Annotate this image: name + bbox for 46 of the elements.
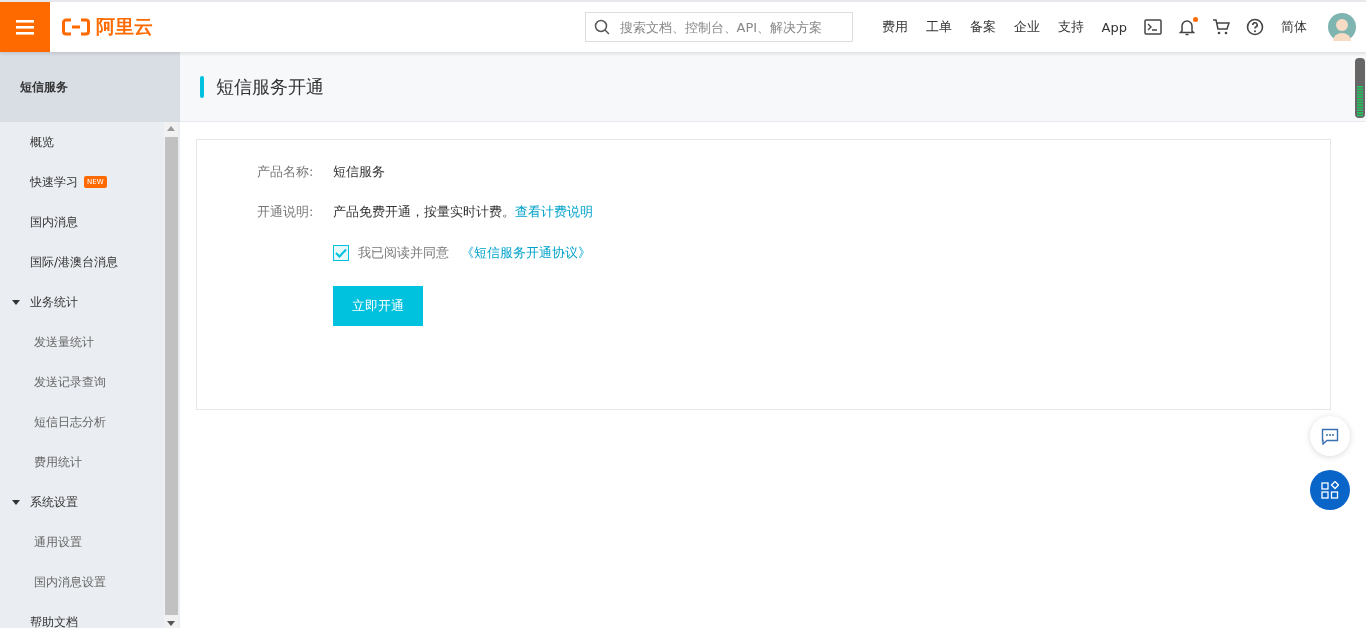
top-nav-link[interactable]: 工单 xyxy=(925,18,952,36)
menu-icon xyxy=(16,19,34,35)
scroll-down-icon xyxy=(167,621,175,626)
bell-icon[interactable] xyxy=(1178,18,1196,36)
language-link[interactable]: 简体 xyxy=(1281,18,1307,36)
sidebar-item[interactable]: 业务统计 xyxy=(0,282,164,322)
top-nav-link[interactable]: 备案 xyxy=(969,18,996,36)
chat-button[interactable] xyxy=(1310,416,1350,456)
apps-icon xyxy=(1321,481,1339,499)
sidebar-item[interactable]: 系统设置 xyxy=(0,482,164,522)
apps-button[interactable] xyxy=(1310,470,1350,510)
help-icon[interactable] xyxy=(1246,18,1264,36)
field-value: 短信服务 xyxy=(333,163,385,181)
top-nav-link[interactable]: 支持 xyxy=(1057,18,1084,36)
cart-icon[interactable] xyxy=(1212,19,1230,35)
level-meter-drawing xyxy=(1355,58,1365,118)
checkbox[interactable] xyxy=(333,245,349,261)
sidebar-subitem[interactable]: 短信日志分析 xyxy=(0,402,164,442)
page-title: 短信服务开通 xyxy=(216,74,324,99)
field-label: 开通说明: xyxy=(257,203,315,221)
sidebar-item[interactable]: 帮助文档 xyxy=(0,602,164,628)
sidebar-item[interactable]: 国内消息 xyxy=(0,202,164,242)
chat-icon xyxy=(1321,427,1339,445)
accent-bar xyxy=(200,75,204,98)
sidebar-subitem[interactable]: 国内消息设置 xyxy=(0,562,164,602)
sidebar-subitem[interactable]: 费用统计 xyxy=(0,442,164,482)
top-nav-link[interactable]: 费用 xyxy=(881,18,908,36)
checkmark-icon xyxy=(335,248,347,258)
terminal-icon[interactable] xyxy=(1144,19,1162,35)
search-icon xyxy=(593,19,610,35)
sidebar-subitem[interactable]: 通用设置 xyxy=(0,522,164,562)
logo-text: 阿里云 xyxy=(96,14,153,39)
scroll-up-icon xyxy=(167,126,175,131)
agreement-text: 我已阅读并同意 xyxy=(358,244,449,262)
sidebar-item[interactable]: 国际/港澳台消息 xyxy=(0,242,164,282)
sidebar-title: 短信服务 xyxy=(20,78,68,96)
menu-button[interactable] xyxy=(0,2,50,52)
sidebar-subitem[interactable]: 发送量统计 xyxy=(0,322,164,362)
field-label: 产品名称: xyxy=(257,163,315,181)
bracket-logo-icon xyxy=(62,18,90,36)
sidebar-item[interactable]: 概览 xyxy=(0,122,164,162)
top-nav-link[interactable]: App xyxy=(1101,19,1127,35)
search-field[interactable]: 搜索文档、控制台、API、解决方案 xyxy=(584,12,853,42)
sidebar-subitem[interactable]: 发送记录查询 xyxy=(0,362,164,402)
field-value: 产品免费开通，按量实时计费。 xyxy=(333,203,515,221)
top-nav-link[interactable]: 企业 xyxy=(1013,18,1040,36)
